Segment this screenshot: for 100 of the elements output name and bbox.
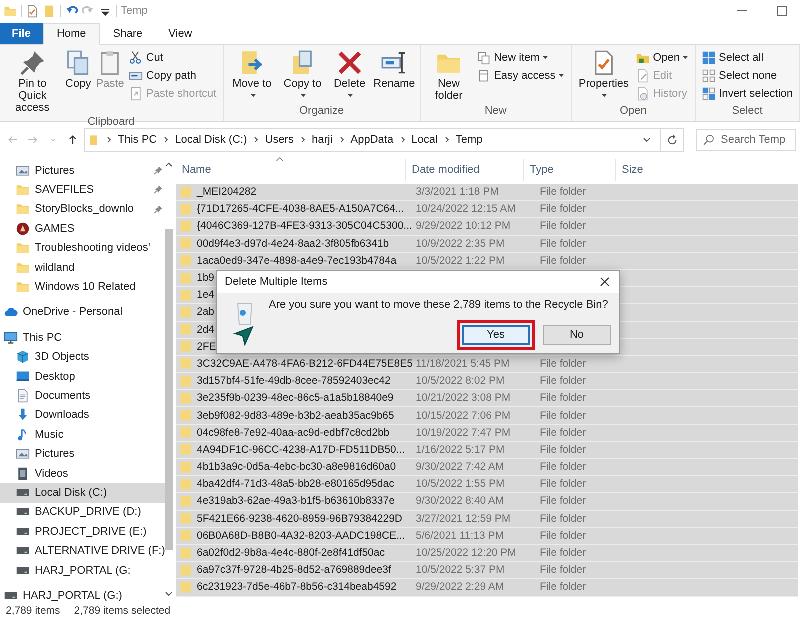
column-header[interactable]: Size (616, 159, 800, 181)
nav-item[interactable]: Troubleshooting videos' (0, 238, 166, 258)
file-row[interactable]: 3d157bf4-51fe-49db-8cee-78592403ec42 10/5/2022 8:02 PM File folder (176, 373, 798, 390)
nav-item[interactable]: wildland (0, 258, 166, 278)
ribbon-small-button[interactable]: Invert selection (700, 85, 795, 102)
breadcrumb[interactable]: AppData (350, 134, 394, 146)
nav-item[interactable]: Local Disk (C:) (0, 483, 166, 503)
nav-item[interactable]: SAVEFILES (0, 180, 166, 200)
breadcrumb[interactable]: This PC (118, 134, 158, 146)
dialog-button[interactable]: No (543, 325, 611, 345)
nav-item[interactable]: StoryBlocks_downlo (0, 200, 166, 220)
nav-item[interactable]: Pictures (0, 444, 166, 464)
breadcrumb[interactable]: Local Disk (C:) (175, 134, 248, 146)
folder-icon (180, 186, 192, 199)
close-icon (600, 277, 610, 287)
scroll-up-icon[interactable] (165, 161, 174, 169)
file-name: 4ba42df4-71d3-48a5-bb28-e80165d95dac (197, 478, 394, 490)
refresh-button[interactable] (660, 128, 684, 152)
file-row[interactable]: 3eb9f082-9d83-489e-b3b2-aeab35ac9b65 10/15/2022 7:06 PM File folder (176, 407, 798, 425)
column-header[interactable]: Type (524, 159, 616, 181)
file-row[interactable]: {4046C369-127B-4FE3-9313-305C04C5300... 9/29/2022 10:12 PM File folder (176, 218, 798, 236)
file-row[interactable]: 4A94DF1C-96CC-4238-A17D-FD511DB50... 1/16/2022 5:17 PM File folder (176, 442, 798, 459)
nav-item[interactable]: Pictures (0, 161, 166, 180)
ribbon-button[interactable]: Move to (228, 48, 277, 105)
file-name: 1e4 (197, 289, 215, 302)
ribbon-small-button[interactable]: Easy access (475, 67, 567, 84)
file-row[interactable]: 06B0A68D-B8B0-4A32-8203-AADC198CE... 5/6/2021 11:13 PM File folder (176, 528, 798, 545)
caret-down-icon (250, 92, 257, 99)
file-row[interactable]: 04c98fe8-7e92-40aa-ac9d-edbf7c8cd2bb 10/19/2022 7:47 PM File folder (176, 424, 798, 442)
ribbon-tab[interactable]: View (156, 23, 206, 44)
dialog-button[interactable]: Yes (462, 325, 530, 345)
ribbon-button[interactable]: New folder (424, 48, 474, 105)
column-header[interactable]: Date modified (406, 159, 524, 181)
file-row[interactable]: 4b1b3a9c-0d5a-4ebc-bc30-a8e9816d60a0 9/30/2022 7:42 AM File folder (176, 459, 798, 476)
ribbon-small-button[interactable]: Copy path (127, 67, 219, 84)
date-modified: 10/19/2022 7:47 PM (415, 426, 512, 439)
ribbon-button[interactable]: Copy to (278, 48, 327, 105)
ribbon-tab[interactable]: Home (42, 23, 100, 45)
scrollbar-thumb[interactable] (165, 229, 174, 550)
file-row[interactable]: 3e235f9b-0239-48ec-86c5-a1a5b18840e9 10/21/2022 3:08 PM File folder (176, 390, 798, 408)
breadcrumb[interactable]: Users (265, 134, 294, 146)
folder-icon (16, 241, 30, 256)
ribbon-button[interactable]: Pin to Quick access (4, 48, 62, 116)
ribbon-small-button[interactable]: Cut (127, 49, 219, 66)
file-row[interactable]: 6a02f0d2-9b8a-4e4c-880f-2e8f41df50ac 10/25/2022 12:20 PM File folder (176, 544, 798, 562)
nav-item[interactable]: PROJECT_DRIVE (E:) (0, 522, 166, 542)
nav-item[interactable]: ALTERNATIVE DRIVE (F:) (0, 541, 166, 561)
folder-icon (180, 494, 192, 508)
file-row[interactable]: _MEI204282 3/3/2021 1:18 PM File folder (176, 184, 798, 202)
scroll-down-icon[interactable] (165, 590, 174, 598)
chevron-right-icon (162, 136, 170, 144)
ribbon-button[interactable]: Copy (63, 48, 94, 116)
file-name: 06B0A68D-B8B0-4A32-8203-AADC198CE... (197, 530, 406, 542)
nav-item[interactable]: HARJ_PORTAL (G: (0, 560, 166, 580)
checked-page-icon[interactable] (26, 4, 39, 18)
breadcrumb[interactable]: Local (412, 134, 438, 146)
file-name: 1b9 (197, 272, 215, 284)
nav-item[interactable]: 3D Objects (0, 348, 166, 367)
history-icon (636, 86, 650, 100)
nav-item[interactable]: OneDrive - Personal (0, 302, 166, 322)
file-row[interactable]: 4ba42df4-71d3-48a5-bb28-e80165d95dac 10/5/2022 1:55 PM File folder (176, 476, 798, 494)
file-row[interactable]: {71D17265-4CFE-4038-8AE5-A150A7C64... 10/24/2022 12:15 AM File folder (176, 201, 798, 218)
ribbon-small-button[interactable]: Select all (700, 49, 795, 66)
folder-icon (180, 237, 192, 250)
ribbon-small-button[interactable]: New item (475, 49, 567, 66)
file-row[interactable]: 6c231923-7d5e-46b7-8b56-c314beab4592 9/29/2022 2:29 AM File folder (176, 579, 798, 596)
nav-item[interactable]: HARJ_PORTAL (G:) (0, 586, 166, 606)
file-row[interactable]: 6a97c37f-9728-4b25-8d52-a769889dee3f 10/5/2022 5:37 PM File folder (176, 562, 798, 580)
nav-item[interactable]: Videos (0, 464, 166, 484)
nav-item[interactable]: BACKUP_DRIVE (D:) (0, 502, 166, 522)
nav-item[interactable]: This PC (0, 328, 166, 348)
file-row[interactable]: 00d9f4e3-d97d-4e24-8aa2-3f805fb6341b 10/9/2022 2:35 PM File folder (176, 236, 798, 253)
chevron-down-icon[interactable] (642, 135, 652, 145)
nav-item[interactable]: GAMES (0, 219, 166, 239)
ribbon-group-label: Organize (299, 105, 344, 119)
forward-arrow-icon (27, 134, 39, 146)
file-row[interactable]: 4e319ab3-62ae-49a3-b1f5-b63610b8337e 9/30/2022 8:40 AM File folder (176, 493, 798, 511)
file-row[interactable]: 3C32C9AE-A478-4FA6-B212-6FD44E75E8E5 11/18/2021 5:45 PM File folder (176, 356, 798, 374)
date-modified: 1/16/2022 5:17 PM (415, 444, 506, 456)
ribbon-small-button[interactable]: Select none (700, 67, 795, 84)
cube-icon (16, 350, 30, 364)
search-field[interactable]: Search Temp (696, 129, 796, 151)
nav-item[interactable]: Downloads (0, 406, 166, 426)
nav-item[interactable]: Music (0, 425, 166, 444)
ribbon-button[interactable]: Properties (576, 48, 632, 105)
ribbon-button[interactable]: Delete (328, 48, 371, 105)
ribbon-tab[interactable]: Share (100, 23, 156, 44)
monitor-icon (4, 330, 18, 345)
address-field[interactable]: This PC Local Disk (C:) Users harji AppData Local Temp (84, 128, 661, 152)
ribbon-small-button[interactable]: Open (634, 49, 692, 66)
ribbon-button[interactable]: Rename (372, 48, 416, 105)
nav-item[interactable]: Desktop (0, 366, 166, 386)
nav-item[interactable]: Windows 10 Related (0, 277, 166, 297)
breadcrumb[interactable]: Temp (456, 134, 483, 146)
nav-item[interactable]: Documents (0, 386, 166, 406)
breadcrumb[interactable]: harji (312, 134, 333, 146)
column-header[interactable]: Name (176, 159, 406, 181)
ribbon-tab[interactable]: File (0, 23, 43, 44)
file-row[interactable]: 5F421E66-9238-4620-8959-96B79384229D 3/27/2021 12:59 PM File folder (176, 510, 798, 528)
file-row[interactable]: 1aca0ed9-347e-4898-a4e9-7ec193b4784a 10/5/2022 1:22 PM File folder (176, 252, 798, 270)
